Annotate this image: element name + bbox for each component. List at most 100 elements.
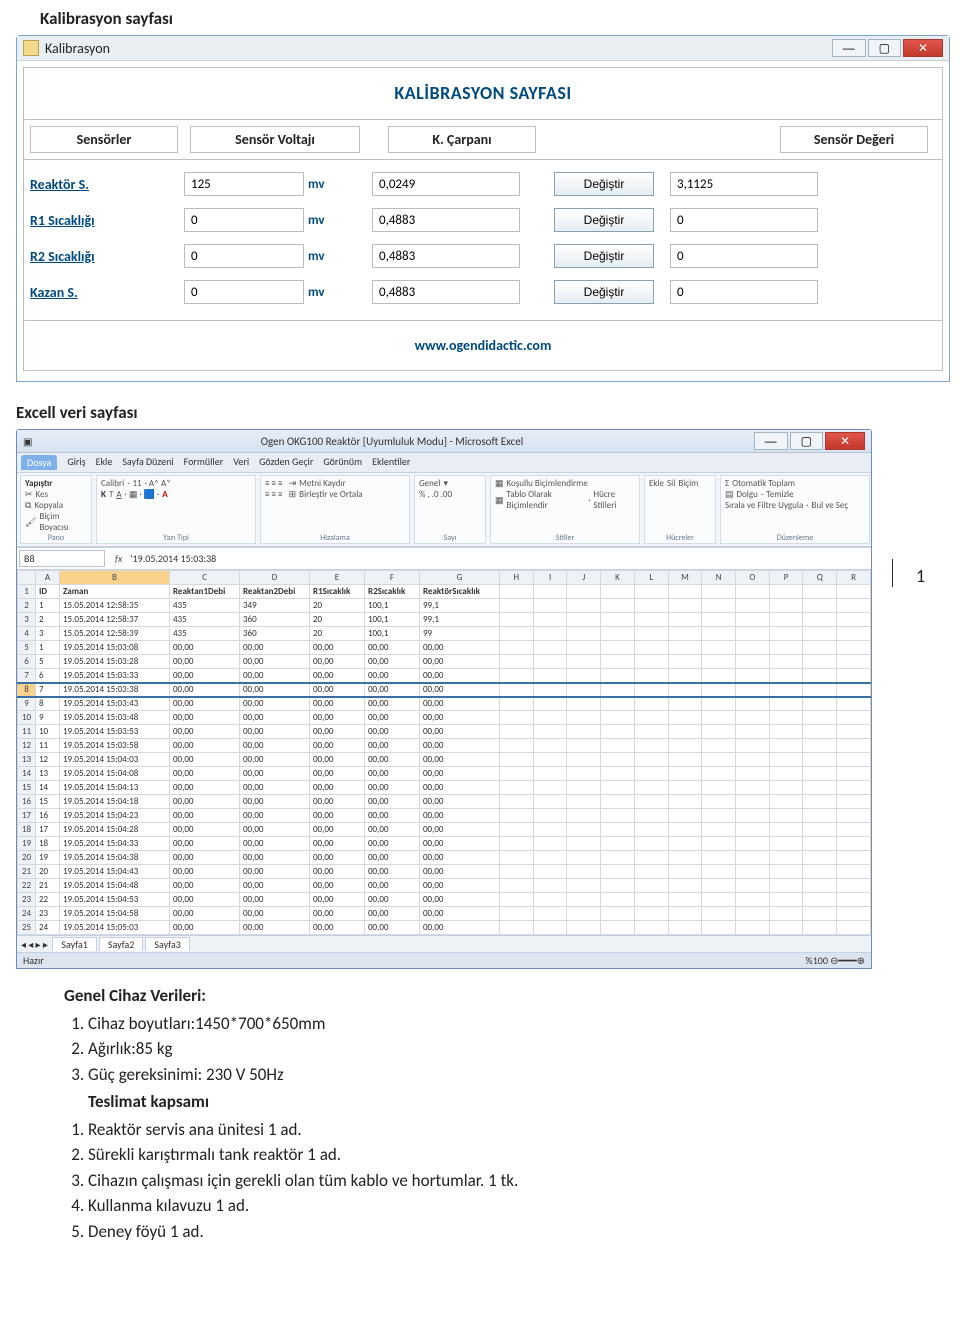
value-input[interactable] — [670, 208, 818, 232]
multiplier-input[interactable] — [372, 244, 520, 268]
cond-format-button[interactable]: Koşullu Biçimlendirme — [507, 478, 588, 489]
status-ready: Hazır — [23, 954, 44, 967]
excel-title: Ogen OKG100 Reaktör [Uyumluluk Modu] - M… — [32, 435, 751, 448]
sensor-label: R2 Sıcaklığı — [30, 248, 178, 265]
maximize-button[interactable]: ▢ — [868, 39, 901, 57]
sensor-row: Reaktör S. mv Değiştir — [24, 166, 942, 202]
close-button[interactable]: ✕ — [903, 39, 943, 57]
merge-button[interactable]: Birleştir ve Ortala — [299, 489, 362, 500]
group-label: Pano — [21, 533, 91, 543]
voltage-input[interactable] — [184, 208, 304, 232]
wrap-text-button[interactable]: Metni Kaydır — [299, 478, 346, 489]
paste-button[interactable]: Yapıştır — [25, 478, 53, 489]
tab-view[interactable]: Görünüm — [323, 455, 362, 470]
multiplier-input[interactable] — [372, 208, 520, 232]
minimize-button[interactable]: — — [754, 432, 788, 450]
sensor-label: Kazan S. — [30, 284, 178, 301]
cell-styles-button[interactable]: Hücre Stilleri — [594, 489, 635, 511]
ribbon-group-number: Genel ▾ % , .0 .00 Sayı — [414, 475, 486, 544]
zoom-label[interactable]: %100 — [806, 954, 828, 967]
list-item: Ağırlık:85 kg — [88, 1036, 920, 1062]
tab-formulas[interactable]: Formüller — [184, 455, 224, 470]
qat-icon: ▣ — [23, 435, 32, 448]
cut-button[interactable]: Kes — [36, 489, 49, 500]
name-box[interactable]: B8 — [19, 550, 105, 567]
number-format-select[interactable]: Genel — [419, 478, 440, 489]
specs-heading: Genel Cihaz Verileri: — [64, 983, 920, 1009]
status-bar: Hazır %100 ⊖━━━⊕ — [17, 952, 871, 968]
change-button[interactable]: Değiştir — [554, 208, 654, 232]
ribbon-tabs[interactable]: Dosya Giriş Ekle Sayfa Düzeni Formüller … — [17, 453, 871, 472]
insert-button[interactable]: Ekle — [649, 478, 664, 489]
sheet-tab[interactable]: Sayfa2 — [99, 937, 144, 951]
font-name-select[interactable]: Calibri — [101, 478, 124, 489]
list-item: Cihazın çalışması için gerekli olan tüm … — [88, 1168, 920, 1194]
autosum-button[interactable]: Otomatik Toplam — [732, 478, 795, 489]
excel-window: ▣ Ogen OKG100 Reaktör [Uyumluluk Modu] -… — [16, 429, 872, 969]
excel-titlebar[interactable]: ▣ Ogen OKG100 Reaktör [Uyumluluk Modu] -… — [17, 430, 871, 453]
close-button[interactable]: ✕ — [825, 432, 865, 450]
app-icon — [23, 40, 39, 56]
list-item: Sürekli karıştırmalı tank reaktör 1 ad. — [88, 1142, 920, 1168]
window-titlebar[interactable]: Kalibrasyon — ▢ ✕ — [17, 36, 949, 61]
unit-label: mv — [308, 177, 344, 192]
value-input[interactable] — [670, 280, 818, 304]
tab-file[interactable]: Dosya — [21, 455, 57, 470]
sensor-rows: Reaktör S. mv Değiştir R1 Sıcaklığı mv D… — [24, 160, 942, 320]
value-input[interactable] — [670, 172, 818, 196]
sort-button[interactable]: Sırala ve Filtre Uygula — [725, 500, 803, 511]
sheet-tab[interactable]: Sayfa1 — [52, 937, 97, 951]
delete-button[interactable]: Sil — [667, 478, 675, 489]
formula-bar: B8 fx '19.05.2014 15:03:38 — [17, 547, 871, 570]
copy-button[interactable]: Kopyala — [34, 500, 63, 511]
tab-addins[interactable]: Eklentiler — [372, 455, 410, 470]
find-button[interactable]: Bul ve Seç — [812, 500, 849, 511]
clear-button[interactable]: Temizle — [766, 489, 793, 500]
list-item: Cihaz boyutları:1450*700*650mm — [88, 1011, 920, 1037]
group-label: Hücreler — [645, 533, 715, 543]
tab-home[interactable]: Giriş — [67, 455, 85, 470]
heading-excel: Excell veri sayfası — [16, 402, 960, 423]
group-label: Düzenleme — [721, 533, 869, 543]
tab-insert[interactable]: Ekle — [96, 455, 113, 470]
formula-input[interactable]: '19.05.2014 15:03:38 — [130, 552, 216, 565]
list-item: Güç gereksinimi: 230 V 50Hz — [88, 1062, 920, 1088]
format-table-button[interactable]: Tablo Olarak Biçimlendir — [507, 489, 586, 511]
sheet-tab[interactable]: Sayfa3 — [145, 937, 190, 951]
ribbon-group-styles: ▦ Koşullu Biçimlendirme ▦ Tablo Olarak B… — [490, 475, 640, 544]
ribbon-group-cells: Ekle Sil Biçim Hücreler — [644, 475, 716, 544]
kalibrasyon-window: Kalibrasyon — ▢ ✕ KALİBRASYON SAYFASI Se… — [16, 35, 950, 382]
group-label: Yazı Tipi — [97, 533, 255, 543]
voltage-input[interactable] — [184, 172, 304, 196]
ribbon-group-font: Calibri · 11 · A˄ A˅ K T A · ▦ · 🟦 · A Y… — [96, 475, 256, 544]
voltage-input[interactable] — [184, 280, 304, 304]
minimize-button[interactable]: — — [832, 39, 866, 57]
value-input[interactable] — [670, 244, 818, 268]
sheet-tabs[interactable]: ◂ ◂ ▸ ▸ Sayfa1 Sayfa2 Sayfa3 — [17, 935, 871, 952]
tab-review[interactable]: Gözden Geçir — [259, 455, 313, 470]
list-item: Kullanma kılavuzu 1 ad. — [88, 1193, 920, 1219]
tab-layout[interactable]: Sayfa Düzeni — [122, 455, 173, 470]
tab-data[interactable]: Veri — [233, 455, 249, 470]
multiplier-input[interactable] — [372, 172, 520, 196]
unit-label: mv — [308, 285, 344, 300]
maximize-button[interactable]: ▢ — [790, 432, 823, 450]
fill-button[interactable]: Dolgu — [737, 489, 758, 500]
change-button[interactable]: Değiştir — [554, 244, 654, 268]
change-button[interactable]: Değiştir — [554, 172, 654, 196]
format-button[interactable]: Biçim — [678, 478, 698, 489]
sensor-row: R2 Sıcaklığı mv Değiştir — [24, 238, 942, 274]
sensor-row: Kazan S. mv Değiştir — [24, 274, 942, 310]
fx-icon[interactable]: fx — [107, 552, 130, 565]
unit-label: mv — [308, 213, 344, 228]
voltage-input[interactable] — [184, 244, 304, 268]
format-painter-button[interactable]: Biçim Boyacısı — [39, 511, 87, 533]
multiplier-input[interactable] — [372, 280, 520, 304]
ribbon-group-align: ≡ ≡ ≡ ⇥ Metni Kaydır ≡ ≡ ≡ ⊞ Birleştir v… — [260, 475, 410, 544]
spreadsheet-grid[interactable]: ABCDEFGHIJKLMNOPQR1IDZamanReaktan1DebiRe… — [17, 570, 871, 935]
change-button[interactable]: Değiştir — [554, 280, 654, 304]
unit-label: mv — [308, 249, 344, 264]
font-size-select[interactable]: 11 — [132, 478, 141, 489]
sensor-label: R1 Sıcaklığı — [30, 212, 178, 229]
col-value: Sensör Değeri — [780, 126, 928, 153]
